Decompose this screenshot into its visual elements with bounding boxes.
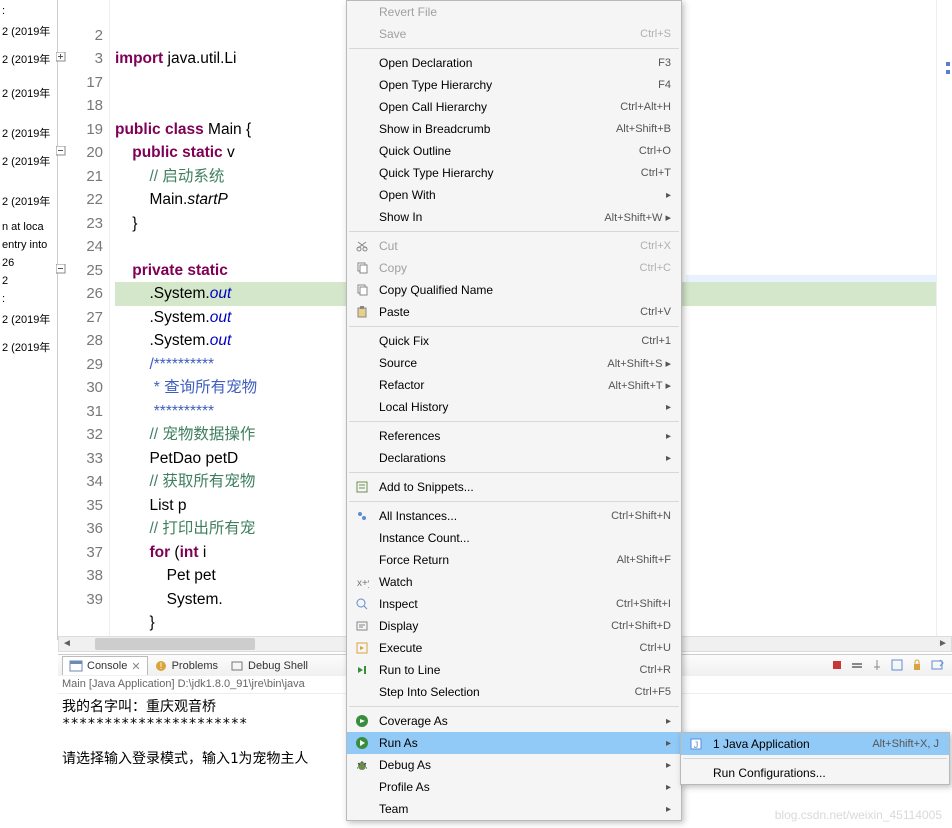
submenu-item-run-configurations[interactable]: Run Configurations... xyxy=(681,762,949,784)
menu-item-quick-fix[interactable]: Quick FixCtrl+1 xyxy=(347,330,681,352)
menu-item-instance-count-[interactable]: Instance Count... xyxy=(347,527,681,549)
paste-icon xyxy=(354,304,370,320)
scroll-lock-icon[interactable] xyxy=(910,658,926,674)
run-as-submenu: J1 Java ApplicationAlt+Shift+X, J Run Con… xyxy=(680,732,950,785)
debug-shell-icon xyxy=(230,659,244,673)
console-toolbar xyxy=(830,658,946,674)
scroll-left-arrow[interactable]: ◄ xyxy=(59,637,75,651)
menu-item-open-with[interactable]: Open With▸ xyxy=(347,184,681,206)
menu-item-display[interactable]: DisplayCtrl+Shift+D xyxy=(347,615,681,637)
context-menu: Revert FileSaveCtrl+SOpen DeclarationF3O… xyxy=(346,0,682,821)
pin-icon[interactable] xyxy=(870,658,886,674)
java-icon: J xyxy=(688,736,704,752)
open-console-icon[interactable] xyxy=(930,658,946,674)
menu-item-debug-as[interactable]: Debug As▸ xyxy=(347,754,681,776)
run-icon xyxy=(354,735,370,751)
menu-item-step-into-selection[interactable]: Step Into SelectionCtrl+F5 xyxy=(347,681,681,703)
left-panel-fragments: :2 (2019年2 (2019年2 (2019年2 (2019年2 (2019… xyxy=(0,0,58,640)
scroll-thumb[interactable] xyxy=(95,638,255,650)
scroll-right-arrow[interactable]: ► xyxy=(935,637,951,651)
inspect-icon xyxy=(354,596,370,612)
menu-item-team[interactable]: Team▸ xyxy=(347,798,681,820)
menu-item-revert-file: Revert File xyxy=(347,1,681,23)
tab-problems[interactable]: ! Problems xyxy=(148,657,224,675)
watermark: blog.csdn.net/weixin_45114005 xyxy=(775,808,942,822)
tab-problems-label: Problems xyxy=(172,660,218,672)
tab-debug-shell[interactable]: Debug Shell xyxy=(224,657,314,675)
svg-text:x+y: x+y xyxy=(357,578,369,589)
menu-item-open-call-hierarchy[interactable]: Open Call HierarchyCtrl+Alt+H xyxy=(347,96,681,118)
menu-item-force-return[interactable]: Force ReturnAlt+Shift+F xyxy=(347,549,681,571)
menu-item-quick-outline[interactable]: Quick OutlineCtrl+O xyxy=(347,140,681,162)
menu-item-save: SaveCtrl+S xyxy=(347,23,681,45)
console-icon xyxy=(69,659,83,673)
submenu-item-1-java-application[interactable]: J1 Java ApplicationAlt+Shift+X, J xyxy=(681,733,949,755)
display-selected-icon[interactable] xyxy=(890,658,906,674)
remove-launch-icon[interactable] xyxy=(850,658,866,674)
menu-item-refactor[interactable]: RefactorAlt+Shift+T ▸ xyxy=(347,374,681,396)
menu-item-paste[interactable]: PasteCtrl+V xyxy=(347,301,681,323)
menu-item-quick-type-hierarchy[interactable]: Quick Type HierarchyCtrl+T xyxy=(347,162,681,184)
display-icon xyxy=(354,618,370,634)
terminate-icon[interactable] xyxy=(830,658,846,674)
tab-console[interactable]: Console ✕ xyxy=(62,656,148,675)
menu-item-source[interactable]: SourceAlt+Shift+S ▸ xyxy=(347,352,681,374)
menu-item-run-to-line[interactable]: Run to LineCtrl+R xyxy=(347,659,681,681)
menu-item-open-declaration[interactable]: Open DeclarationF3 xyxy=(347,52,681,74)
menu-item-copy: CopyCtrl+C xyxy=(347,257,681,279)
watch-icon: x+y xyxy=(354,574,370,590)
instances-icon xyxy=(354,508,370,524)
menu-item-open-type-hierarchy[interactable]: Open Type HierarchyF4 xyxy=(347,74,681,96)
menu-item-all-instances-[interactable]: All Instances...Ctrl+Shift+N xyxy=(347,505,681,527)
coverage-icon xyxy=(354,713,370,729)
menu-item-references[interactable]: References▸ xyxy=(347,425,681,447)
tab-console-label: Console xyxy=(87,660,127,672)
menu-item-add-to-snippets-[interactable]: Add to Snippets... xyxy=(347,476,681,498)
close-icon[interactable]: ✕ xyxy=(131,660,140,673)
cut-icon xyxy=(354,238,370,254)
copy-icon xyxy=(354,282,370,298)
execute-icon xyxy=(354,640,370,656)
svg-text:!: ! xyxy=(159,661,162,671)
line-number-gutter: 2317181920212223242526272829303132333435… xyxy=(58,0,110,640)
problems-icon: ! xyxy=(154,659,168,673)
menu-item-cut: CutCtrl+X xyxy=(347,235,681,257)
menu-item-inspect[interactable]: InspectCtrl+Shift+I xyxy=(347,593,681,615)
copy-icon xyxy=(354,260,370,276)
snippet-icon xyxy=(354,479,370,495)
menu-item-show-in[interactable]: Show InAlt+Shift+W ▸ xyxy=(347,206,681,228)
menu-item-show-in-breadcrumb[interactable]: Show in BreadcrumbAlt+Shift+B xyxy=(347,118,681,140)
debug-icon xyxy=(354,757,370,773)
menu-item-local-history[interactable]: Local History▸ xyxy=(347,396,681,418)
menu-item-profile-as[interactable]: Profile As▸ xyxy=(347,776,681,798)
svg-text:J: J xyxy=(694,740,699,750)
menu-item-declarations[interactable]: Declarations▸ xyxy=(347,447,681,469)
menu-item-execute[interactable]: ExecuteCtrl+U xyxy=(347,637,681,659)
overview-ruler xyxy=(936,0,952,636)
menu-item-copy-qualified-name[interactable]: Copy Qualified Name xyxy=(347,279,681,301)
menu-item-watch[interactable]: x+yWatch xyxy=(347,571,681,593)
tab-debug-shell-label: Debug Shell xyxy=(248,660,308,672)
menu-item-run-as[interactable]: Run As▸ xyxy=(347,732,681,754)
menu-item-coverage-as[interactable]: Coverage As▸ xyxy=(347,710,681,732)
runtoline-icon xyxy=(354,662,370,678)
